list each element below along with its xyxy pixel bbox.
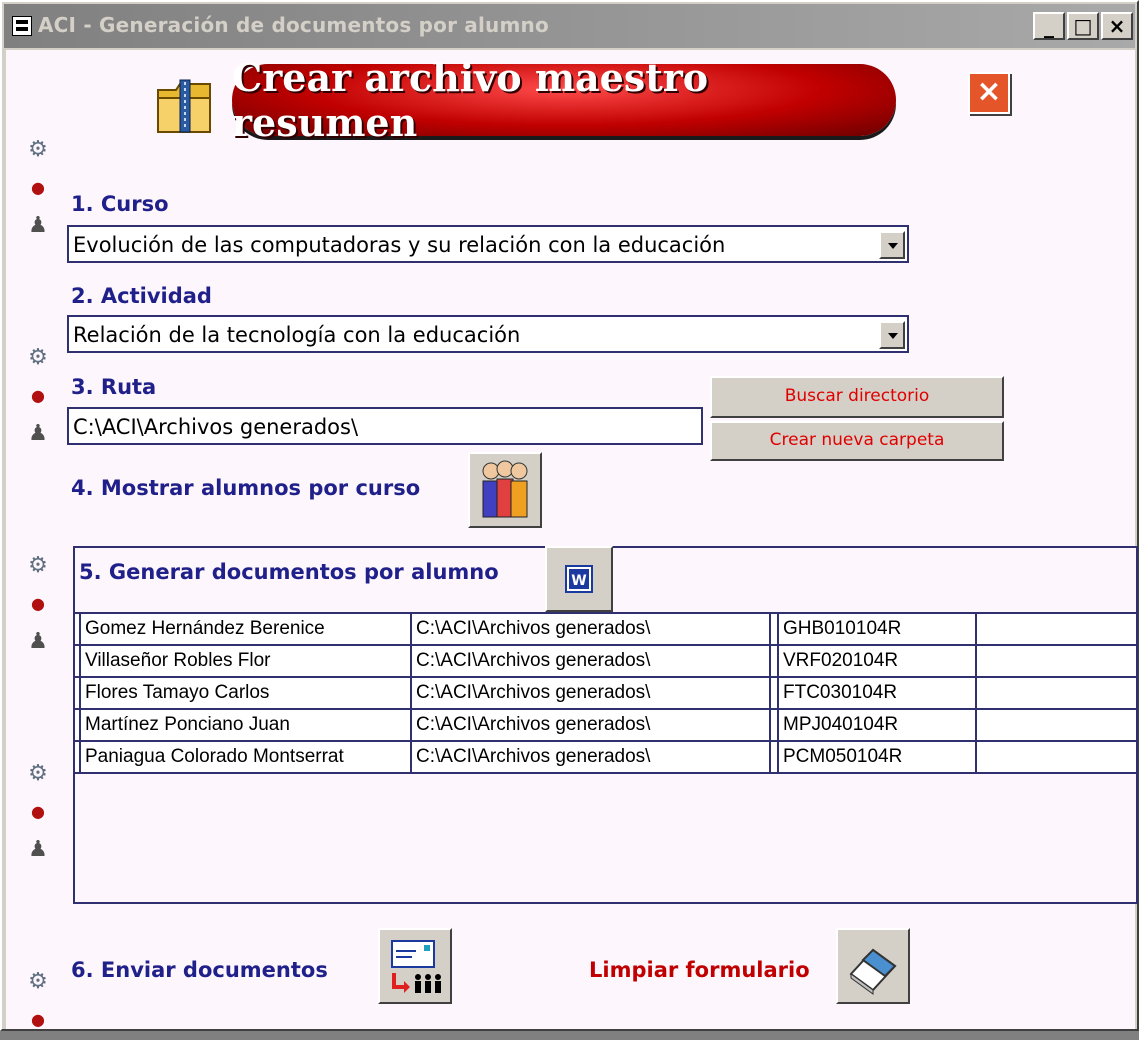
app-window: ACI - Generación de documentos por alumn… [0, 0, 1139, 1031]
student-extra [975, 646, 1136, 676]
column-divider [769, 614, 773, 644]
generar-section: 5. Generar documentos por alumno W Gomez… [73, 546, 1138, 904]
side-icons-group: ⚙ ● ♟ [22, 132, 54, 246]
minimize-button[interactable]: _ [1033, 12, 1065, 40]
student-extra [975, 614, 1136, 644]
tools-icon: ⚙ [28, 344, 48, 370]
buscar-directorio-button[interactable]: Buscar directorio [710, 376, 1004, 418]
column-divider [769, 678, 773, 708]
crear-carpeta-label: Crear nueva carpeta [769, 430, 945, 450]
generar-documentos-button[interactable]: W [545, 546, 613, 612]
send-mail-icon [391, 940, 441, 993]
student-code: MPJ040104R [777, 710, 975, 740]
student-extra [975, 742, 1136, 772]
table-row[interactable]: Gomez Hernández Berenice C:\ACI\Archivos… [75, 614, 1136, 646]
window-close-button[interactable]: × [1101, 12, 1133, 40]
svg-text:W: W [571, 573, 586, 589]
column-divider [769, 742, 773, 772]
crear-carpeta-button[interactable]: Crear nueva carpeta [710, 421, 1004, 461]
robot-icon: ♟ [28, 212, 48, 238]
curso-select[interactable]: Evolución de las computadoras y su relac… [67, 225, 909, 263]
tools-icon: ⚙ [28, 136, 48, 162]
enviar-label: 6. Enviar documentos [71, 958, 328, 982]
student-name: Flores Tamayo Carlos [79, 678, 406, 708]
table-row[interactable]: Paniagua Colorado Montserrat C:\ACI\Arch… [75, 742, 1136, 774]
pushpin-icon: ● [31, 177, 45, 197]
curso-value: Evolución de las computadoras y su relac… [73, 233, 726, 257]
table-row[interactable]: Villaseñor Robles Flor C:\ACI\Archivos g… [75, 646, 1136, 678]
tools-icon: ⚙ [28, 968, 48, 994]
actividad-label: 2. Actividad [71, 284, 212, 308]
enviar-documentos-button[interactable] [378, 928, 452, 1004]
ruta-label: 3. Ruta [71, 375, 157, 399]
limpiar-formulario-button[interactable] [836, 928, 910, 1004]
actividad-select[interactable]: Relación de la tecnología con la educaci… [67, 315, 909, 353]
buscar-directorio-label: Buscar directorio [784, 386, 930, 406]
student-path: C:\ACI\Archivos generados\ [410, 614, 765, 644]
close-form-button[interactable]: × [968, 72, 1010, 114]
side-icons-group: ⚙ ● [22, 964, 54, 1040]
column-divider [769, 710, 773, 740]
curso-label: 1. Curso [71, 192, 169, 216]
word-document-icon: W [565, 565, 593, 593]
tools-icon: ⚙ [28, 552, 48, 578]
pushpin-icon: ● [31, 593, 45, 613]
student-name: Villaseñor Robles Flor [79, 646, 406, 676]
student-path: C:\ACI\Archivos generados\ [410, 710, 765, 740]
title-banner: Crear archivo maestro resumen [232, 55, 896, 145]
robot-icon: ♟ [28, 836, 48, 862]
form-content: ⚙ ● ♟ ⚙ ● ♟ ⚙ ● ♟ ⚙ ● ♟ ⚙ ● Crear archiv… [6, 50, 1138, 1029]
students-group-icon [482, 460, 528, 518]
student-name: Gomez Hernández Berenice [79, 614, 406, 644]
ruta-input[interactable]: C:\ACI\Archivos generados\ [67, 407, 703, 445]
actividad-value: Relación de la tecnología con la educaci… [73, 323, 521, 347]
column-divider [769, 646, 773, 676]
student-code: VRF020104R [777, 646, 975, 676]
student-name: Martínez Ponciano Juan [79, 710, 406, 740]
chevron-down-icon[interactable] [879, 231, 905, 259]
form-icon [12, 16, 32, 36]
side-icons-group: ⚙ ● ♟ [22, 756, 54, 870]
limpiar-label: Limpiar formulario [589, 958, 810, 982]
maximize-button[interactable]: □ [1067, 12, 1099, 40]
student-code: PCM050104R [777, 742, 975, 772]
students-grid: Gomez Hernández Berenice C:\ACI\Archivos… [75, 612, 1136, 774]
robot-icon: ♟ [28, 420, 48, 446]
title-bar[interactable]: ACI - Generación de documentos por alumn… [4, 4, 1135, 48]
tools-icon: ⚙ [28, 760, 48, 786]
robot-icon: ♟ [28, 628, 48, 654]
student-extra [975, 710, 1136, 740]
student-extra [975, 678, 1136, 708]
student-code: FTC030104R [777, 678, 975, 708]
zip-folder-icon [152, 72, 216, 138]
table-row[interactable]: Flores Tamayo Carlos C:\ACI\Archivos gen… [75, 678, 1136, 710]
ruta-value: C:\ACI\Archivos generados\ [73, 415, 359, 439]
mostrar-alumnos-button[interactable] [468, 452, 542, 528]
student-name: Paniagua Colorado Montserrat [79, 742, 406, 772]
side-icons-group: ⚙ ● ♟ [22, 548, 54, 662]
student-path: C:\ACI\Archivos generados\ [410, 742, 765, 772]
pushpin-icon: ● [31, 801, 45, 821]
table-row[interactable]: Martínez Ponciano Juan C:\ACI\Archivos g… [75, 710, 1136, 742]
window-title: ACI - Generación de documentos por alumn… [38, 13, 549, 37]
mostrar-label: 4. Mostrar alumnos por curso [71, 476, 421, 500]
student-path: C:\ACI\Archivos generados\ [410, 678, 765, 708]
student-path: C:\ACI\Archivos generados\ [410, 646, 765, 676]
generar-label: 5. Generar documentos por alumno [79, 560, 499, 584]
chevron-down-icon[interactable] [879, 321, 905, 349]
pushpin-icon: ● [31, 385, 45, 405]
student-code: GHB010104R [777, 614, 975, 644]
side-icons-group: ⚙ ● ♟ [22, 340, 54, 454]
eraser-icon [849, 948, 897, 995]
banner-title: Crear archivo maestro resumen [232, 55, 709, 145]
